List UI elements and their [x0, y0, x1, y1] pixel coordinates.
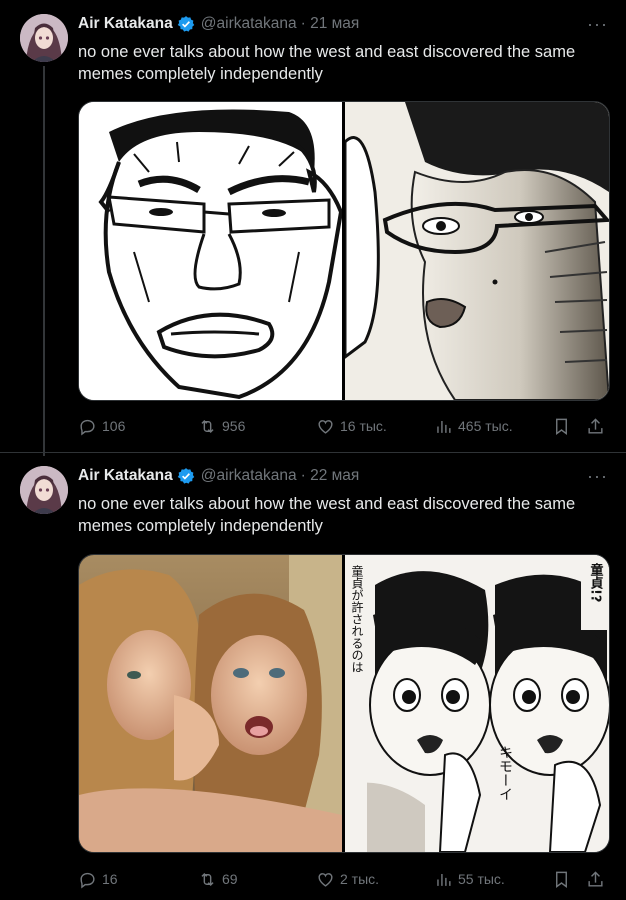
repost-button[interactable]: 956 [198, 417, 245, 436]
repost-count: 956 [222, 418, 246, 434]
tweet-2[interactable]: Air Katakana @airkatakana · 22 мая ··· n… [0, 453, 626, 900]
like-count: 2 тыс. [340, 871, 380, 887]
tweet-actions: 106 956 16 тыс. 465 тыс. [78, 417, 608, 439]
tweet-text: no one ever talks about how the west and… [78, 43, 576, 83]
manga-vertical-text-1: 童貞が許されるのは [350, 564, 364, 673]
bookmark-icon [556, 871, 567, 889]
media-left-image[interactable] [79, 555, 342, 852]
bookmark-button[interactable] [552, 417, 576, 436]
heart-icon [318, 873, 333, 887]
whispering-girls-photo [79, 555, 342, 852]
tweet-date[interactable]: · 22 мая [301, 467, 360, 485]
tweet-media[interactable] [78, 101, 610, 401]
manga-whispering-girls: 童貞が許されるのは 童貞!? キモーイ [345, 555, 609, 852]
tweet-1[interactable]: Air Katakana @airkatakana · 21 мая ··· n… [0, 0, 626, 456]
author-handle[interactable]: @airkatakana [201, 467, 297, 485]
reply-count: 106 [102, 418, 126, 434]
media-left-image[interactable] [79, 102, 342, 400]
avatar[interactable] [20, 14, 68, 62]
tweet-header: Air Katakana @airkatakana · 22 мая [78, 466, 359, 486]
like-button[interactable]: 16 тыс. [316, 417, 387, 436]
avatar-image [20, 14, 68, 62]
tweet-media[interactable]: 童貞が許されるのは 童貞!? キモーイ [78, 554, 610, 853]
repost-button[interactable]: 69 [198, 870, 238, 889]
tweet-header: Air Katakana @airkatakana · 21 мая [78, 14, 359, 34]
manga-vertical-text-2: 童貞!? [588, 562, 604, 602]
views-count: 55 тыс. [458, 871, 505, 887]
like-button[interactable]: 2 тыс. [316, 870, 379, 889]
share-button[interactable] [586, 417, 610, 436]
reply-icon [80, 872, 95, 889]
author-handle[interactable]: @airkatakana [201, 15, 297, 33]
media-right-image[interactable]: 童貞が許されるのは 童貞!? キモーイ [345, 555, 609, 852]
more-options-icon[interactable]: ··· [587, 14, 608, 35]
repost-icon [201, 419, 214, 434]
reply-button[interactable]: 106 [78, 417, 125, 436]
tweet-actions: 16 69 2 тыс. 55 тыс. [78, 870, 608, 892]
heart-icon [318, 420, 333, 434]
more-options-icon[interactable]: ··· [587, 466, 608, 487]
wojak-drawing [79, 102, 342, 400]
share-icon [588, 871, 603, 887]
reply-count: 16 [102, 871, 118, 887]
bookmark-button[interactable] [552, 870, 576, 889]
avatar-image [20, 466, 68, 514]
repost-count: 69 [222, 871, 238, 887]
views-button[interactable]: 465 тыс. [434, 417, 513, 436]
verified-badge-icon [177, 467, 195, 485]
views-button[interactable]: 55 тыс. [434, 870, 505, 889]
repost-icon [201, 872, 214, 887]
author-name[interactable]: Air Katakana [78, 467, 173, 485]
media-right-image[interactable] [345, 102, 609, 400]
manga-vertical-text-3: キモーイ [497, 745, 513, 801]
views-chart-icon [437, 420, 451, 433]
reply-button[interactable]: 16 [78, 870, 118, 889]
views-chart-icon [437, 873, 451, 886]
tweet-text: no one ever talks about how the west and… [78, 495, 576, 535]
like-count: 16 тыс. [340, 418, 387, 434]
manga-glasses-face [345, 102, 609, 400]
views-count: 465 тыс. [458, 418, 513, 434]
reply-icon [80, 419, 95, 436]
author-name[interactable]: Air Katakana [78, 15, 173, 33]
bookmark-icon [556, 418, 567, 436]
verified-badge-icon [177, 15, 195, 33]
tweet-date[interactable]: · 21 мая [301, 15, 360, 33]
share-icon [588, 418, 603, 434]
avatar[interactable] [20, 466, 68, 514]
share-button[interactable] [586, 870, 610, 889]
thread-line [43, 66, 45, 456]
